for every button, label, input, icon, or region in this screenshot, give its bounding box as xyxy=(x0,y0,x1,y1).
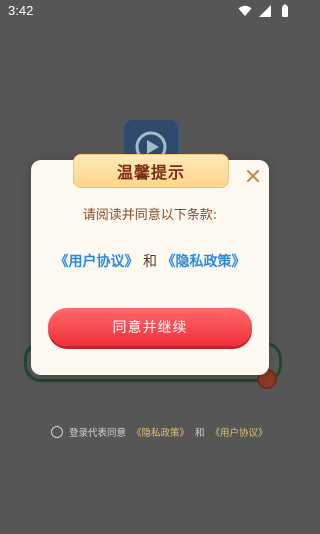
status-icons xyxy=(238,4,292,18)
user-agreement-link[interactable]: 《用户协议》 xyxy=(55,254,139,270)
wifi-icon xyxy=(238,5,252,16)
privacy-policy-link[interactable]: 《隐私政策》 xyxy=(161,254,245,270)
policy-links: 《用户协议》 和 《隐私政策》 xyxy=(31,251,269,271)
notice-dialog: 温馨提示 请阅读并同意以下条款: 《用户协议》 和 《隐私政策》 同意并继续 xyxy=(31,154,269,375)
dialog-notice: 请阅读并同意以下条款: xyxy=(82,208,218,223)
signal-icon xyxy=(259,5,271,17)
agreement-prefix: 登录代表同意 xyxy=(69,428,127,439)
close-icon[interactable] xyxy=(246,169,260,183)
battery-icon xyxy=(282,4,288,17)
agree-continue-button[interactable]: 同意并继续 xyxy=(48,308,252,346)
agree-radio[interactable] xyxy=(51,426,63,438)
status-bar: 3:42 xyxy=(0,0,300,22)
privacy-link-bg[interactable]: 《隐私政策》 xyxy=(132,425,189,439)
user-agreement-link-bg[interactable]: 《用户协议》 xyxy=(211,425,268,439)
policy-and: 和 xyxy=(143,254,157,270)
agreement-row: 登录代表同意 《隐私政策》 和 《用户协议》 xyxy=(51,425,268,439)
status-time: 3:42 xyxy=(8,3,34,18)
agreement-and: 和 xyxy=(195,428,205,439)
dialog-title-tab: 温馨提示 xyxy=(73,154,229,188)
dialog-title: 温馨提示 xyxy=(116,163,185,182)
